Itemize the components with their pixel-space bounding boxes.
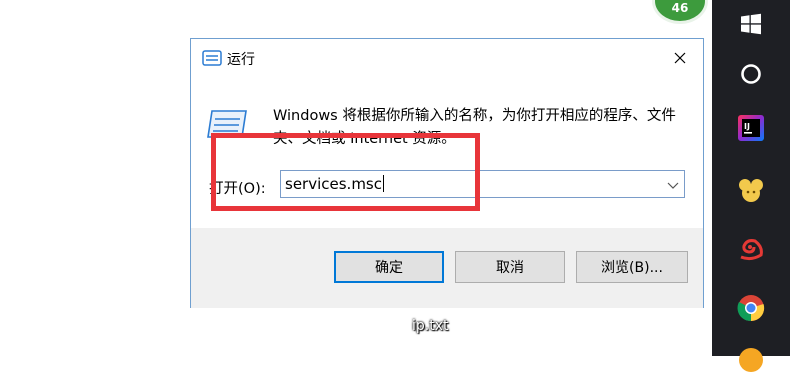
yellow-app-icon[interactable] bbox=[712, 170, 790, 210]
cancel-button[interactable]: 取消 bbox=[455, 251, 565, 283]
dialog-title: 运行 bbox=[227, 52, 255, 68]
open-input[interactable]: services.msc bbox=[285, 175, 384, 193]
ok-button[interactable]: 确定 bbox=[334, 251, 444, 283]
cortana-icon[interactable] bbox=[712, 54, 790, 94]
run-dialog: 运行 Windows 将根据你所输入的名称，为你打开相应的程序、文件夹、文档或 … bbox=[190, 38, 704, 308]
button-area: 确定 取消 浏览(B)... bbox=[191, 228, 703, 308]
run-icon bbox=[206, 109, 248, 139]
svg-text:IJ: IJ bbox=[744, 122, 750, 131]
partial-app-icon[interactable] bbox=[712, 340, 790, 380]
title-bar[interactable]: 运行 bbox=[191, 39, 703, 77]
snail-app-icon[interactable] bbox=[712, 229, 790, 269]
close-button[interactable] bbox=[657, 39, 703, 77]
desktop: 46 运行 Windows 将根据你所输入的名称，为你打开相应的程序、文件夹、文… bbox=[0, 0, 712, 356]
open-label: 打开(O): bbox=[209, 181, 266, 197]
browse-button[interactable]: 浏览(B)... bbox=[576, 251, 688, 283]
notification-count: 46 bbox=[671, 1, 689, 15]
text-caret bbox=[383, 175, 384, 192]
close-icon bbox=[674, 52, 686, 64]
dialog-description: Windows 将根据你所输入的名称，为你打开相应的程序、文件夹、文档或 Int… bbox=[273, 108, 676, 147]
run-app-icon bbox=[202, 50, 222, 66]
intellij-idea-icon[interactable]: IJ bbox=[712, 108, 790, 148]
open-combobox[interactable]: services.msc bbox=[280, 170, 685, 198]
taskbar: IJ bbox=[712, 0, 790, 372]
open-input-text: services.msc bbox=[285, 175, 382, 193]
desktop-file-label[interactable]: ip.txt bbox=[412, 318, 449, 334]
chevron-down-icon[interactable] bbox=[666, 177, 680, 191]
notification-badge[interactable]: 46 bbox=[652, 0, 708, 24]
chrome-icon[interactable] bbox=[712, 288, 790, 328]
windows-icon[interactable] bbox=[712, 4, 790, 44]
